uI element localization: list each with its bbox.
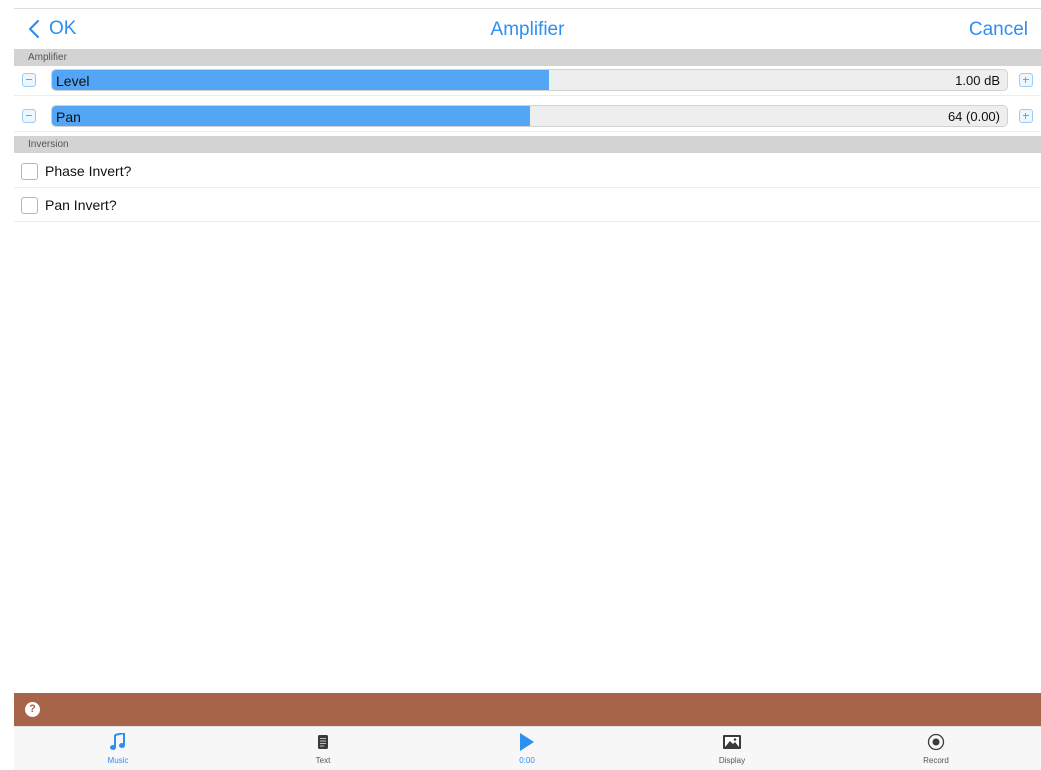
pan-slider[interactable]: Pan 64 (0.00) (51, 105, 1008, 127)
tab-text-label: Text (315, 756, 331, 765)
document-icon (318, 735, 328, 749)
section-header-inversion: Inversion (14, 136, 1041, 153)
pan-decrement-button[interactable] (22, 109, 36, 123)
tab-record-label: Record (923, 756, 949, 765)
phase-invert-checkbox[interactable] (21, 163, 38, 180)
image-icon (723, 735, 741, 749)
pan-slider-fill (52, 106, 530, 126)
tab-bar: Music Text 0:00 Display Record (14, 726, 1041, 770)
question-icon[interactable]: ? (25, 702, 40, 717)
tab-display-label: Display (718, 756, 746, 765)
record-icon (927, 733, 945, 751)
pan-slider-row: Pan 64 (0.00) (14, 102, 1041, 132)
play-icon (520, 733, 534, 751)
tab-text[interactable]: Text (283, 733, 363, 765)
level-label: Level (56, 73, 90, 89)
phase-invert-row[interactable]: Phase Invert? (14, 155, 1041, 188)
pan-value: 64 (0.00) (947, 109, 1000, 124)
cancel-button[interactable]: Cancel (969, 19, 1028, 41)
tab-play[interactable]: 0:00 (487, 733, 567, 765)
tab-music[interactable]: Music (78, 733, 158, 765)
app-frame: OK Amplifier Cancel Amplifier Level 1.00… (14, 8, 1041, 770)
level-slider-row: Level 1.00 dB (14, 66, 1041, 96)
navigation-bar: OK Amplifier Cancel (14, 9, 1041, 49)
level-increment-button[interactable] (1019, 73, 1033, 87)
pan-label: Pan (56, 109, 81, 125)
level-slider-fill (52, 70, 549, 90)
tab-display[interactable]: Display (692, 733, 772, 765)
pan-invert-label: Pan Invert? (45, 197, 117, 213)
page-title: Amplifier (490, 19, 565, 40)
tab-music-label: Music (107, 756, 129, 765)
tab-play-label: 0:00 (519, 756, 535, 765)
level-decrement-button[interactable] (22, 73, 36, 87)
level-value: 1.00 dB (955, 73, 1000, 88)
level-slider[interactable]: Level 1.00 dB (51, 69, 1008, 91)
pan-increment-button[interactable] (1019, 109, 1033, 123)
tab-record[interactable]: Record (896, 733, 976, 765)
music-note-icon (110, 733, 125, 750)
help-bar: ? (14, 693, 1041, 726)
phase-invert-label: Phase Invert? (45, 163, 132, 179)
section-header-amplifier: Amplifier (14, 49, 1041, 66)
pan-invert-row[interactable]: Pan Invert? (14, 189, 1041, 222)
pan-invert-checkbox[interactable] (21, 197, 38, 214)
